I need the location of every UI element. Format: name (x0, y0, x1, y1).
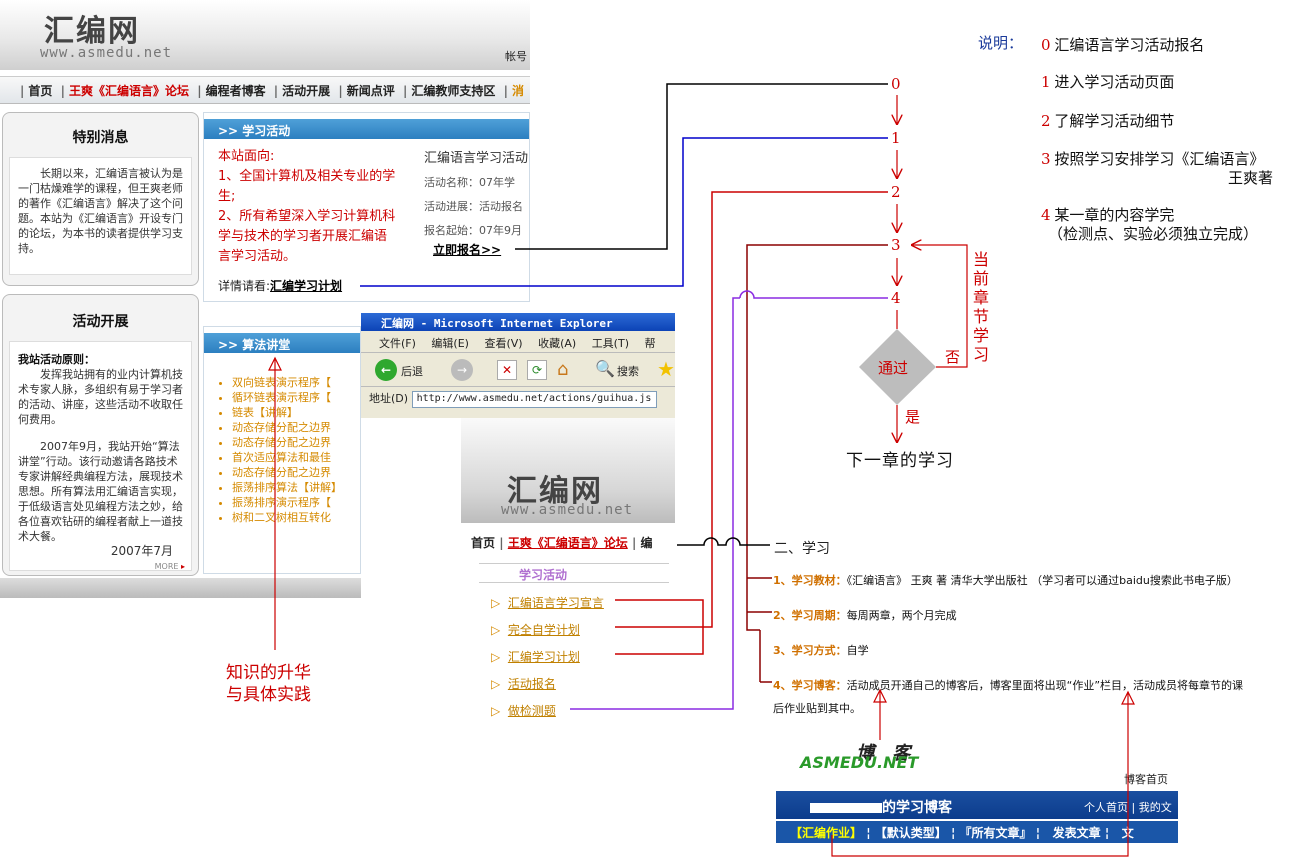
line-step1 (360, 137, 888, 287)
flow-node-1: 1 (891, 129, 901, 147)
no-label: 否 (945, 348, 961, 366)
line-step2b (615, 191, 888, 628)
yes-label: 是 (905, 408, 921, 426)
line-step0 (515, 83, 888, 250)
flow-node-2: 2 (891, 183, 901, 201)
flow-node-0: 0 (891, 75, 901, 93)
flow-diagram (268, 83, 1135, 857)
line-step4-hop (739, 290, 888, 299)
line-step4 (570, 297, 740, 710)
flow-node-4: 4 (891, 289, 901, 307)
next-chapter-label: 下一章的学习 (846, 451, 954, 471)
loop-label: 当前章节学习 (973, 250, 990, 364)
line-step3 (746, 244, 888, 631)
decision-label: 通过 (878, 359, 909, 377)
line-heading (677, 537, 770, 546)
arrow-blog-right (831, 692, 1129, 857)
flow-node-3: 3 (891, 236, 901, 254)
